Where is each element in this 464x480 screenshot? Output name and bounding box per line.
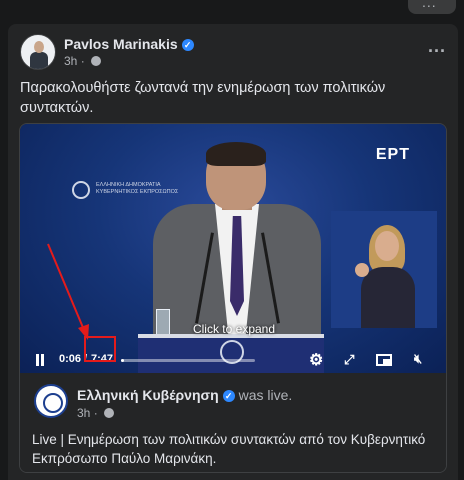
author-name-text: Pavlos Marinakis xyxy=(64,36,178,52)
shared-live-video-card[interactable]: ΕΛΛΗΝΙΚΗ ΔΗΜΟΚΡΑΤΙΑ ΚΥΒΕΡΝΗΤΙΚΟΣ ΕΚΠΡΟΣΩ… xyxy=(19,123,447,473)
live-status-text: was live. xyxy=(238,387,293,403)
post-time[interactable]: 3h xyxy=(64,54,77,68)
mute-icon[interactable]: 🔇︎ xyxy=(414,351,422,367)
settings-gear-icon[interactable]: ⚙ xyxy=(309,350,323,370)
pause-icon[interactable] xyxy=(35,354,45,366)
speaker-hair xyxy=(206,142,266,166)
avatar-suit-shape xyxy=(30,52,48,69)
post-options-button[interactable]: ... xyxy=(428,36,446,57)
backdrop-text: ΕΛΛΗΝΙΚΗ ΔΗΜΟΚΡΑΤΙΑ ΚΥΒΕΡΝΗΤΙΚΟΣ ΕΚΠΡΟΣΩ… xyxy=(96,182,179,195)
page-name-line: Ελληνική Κυβέρνηση ✓ was live. xyxy=(77,387,292,403)
interpreter-hand xyxy=(355,263,369,277)
live-source-info: Ελληνική Κυβέρνηση ✓ was live. 3h · Live |… xyxy=(20,373,446,472)
click-to-expand-overlay[interactable]: Click to expand xyxy=(20,322,446,336)
post-caption: Παρακολουθήστε ζωντανά την ενημέρωση των… xyxy=(20,80,386,116)
picture-in-picture-icon[interactable] xyxy=(376,354,392,366)
interpreter-body xyxy=(361,267,415,328)
post-meta: 3h · xyxy=(64,54,102,68)
globe-icon xyxy=(104,408,115,418)
duration-highlight-box xyxy=(84,336,116,362)
shared-meta: 3h · xyxy=(77,406,115,420)
progress-fill xyxy=(121,359,124,362)
globe-icon xyxy=(91,56,102,66)
backdrop-seal-icon xyxy=(72,181,90,199)
fullscreen-expand-icon[interactable]: ⤢ xyxy=(344,352,354,368)
current-time: 0:06 xyxy=(59,353,82,365)
verified-badge-icon: ✓ xyxy=(181,39,194,51)
shared-description: Live | Ενημέρωση των πολιτικών συντακτών… xyxy=(32,432,426,466)
progress-bar[interactable] xyxy=(121,359,255,362)
top-more-button[interactable]: ... xyxy=(408,0,456,14)
feed-post: Pavlos Marinakis ✓ 3h · ... Παρακολουθήστ… xyxy=(8,24,458,480)
top-more-label: ... xyxy=(422,0,437,10)
sign-language-interpreter-inset xyxy=(331,211,437,328)
interpreter-head xyxy=(375,231,399,261)
shared-time[interactable]: 3h xyxy=(77,406,90,420)
author-avatar[interactable] xyxy=(20,34,56,70)
post-options-label: ... xyxy=(427,36,446,56)
author-name[interactable]: Pavlos Marinakis ✓ xyxy=(64,36,194,52)
page-avatar[interactable] xyxy=(34,384,68,418)
page-name[interactable]: Ελληνική Κυβέρνηση xyxy=(77,387,219,403)
channel-logo: ΕΡΤ xyxy=(375,146,410,163)
verified-badge-icon: ✓ xyxy=(222,390,235,402)
avatar-head-shape xyxy=(34,41,44,53)
